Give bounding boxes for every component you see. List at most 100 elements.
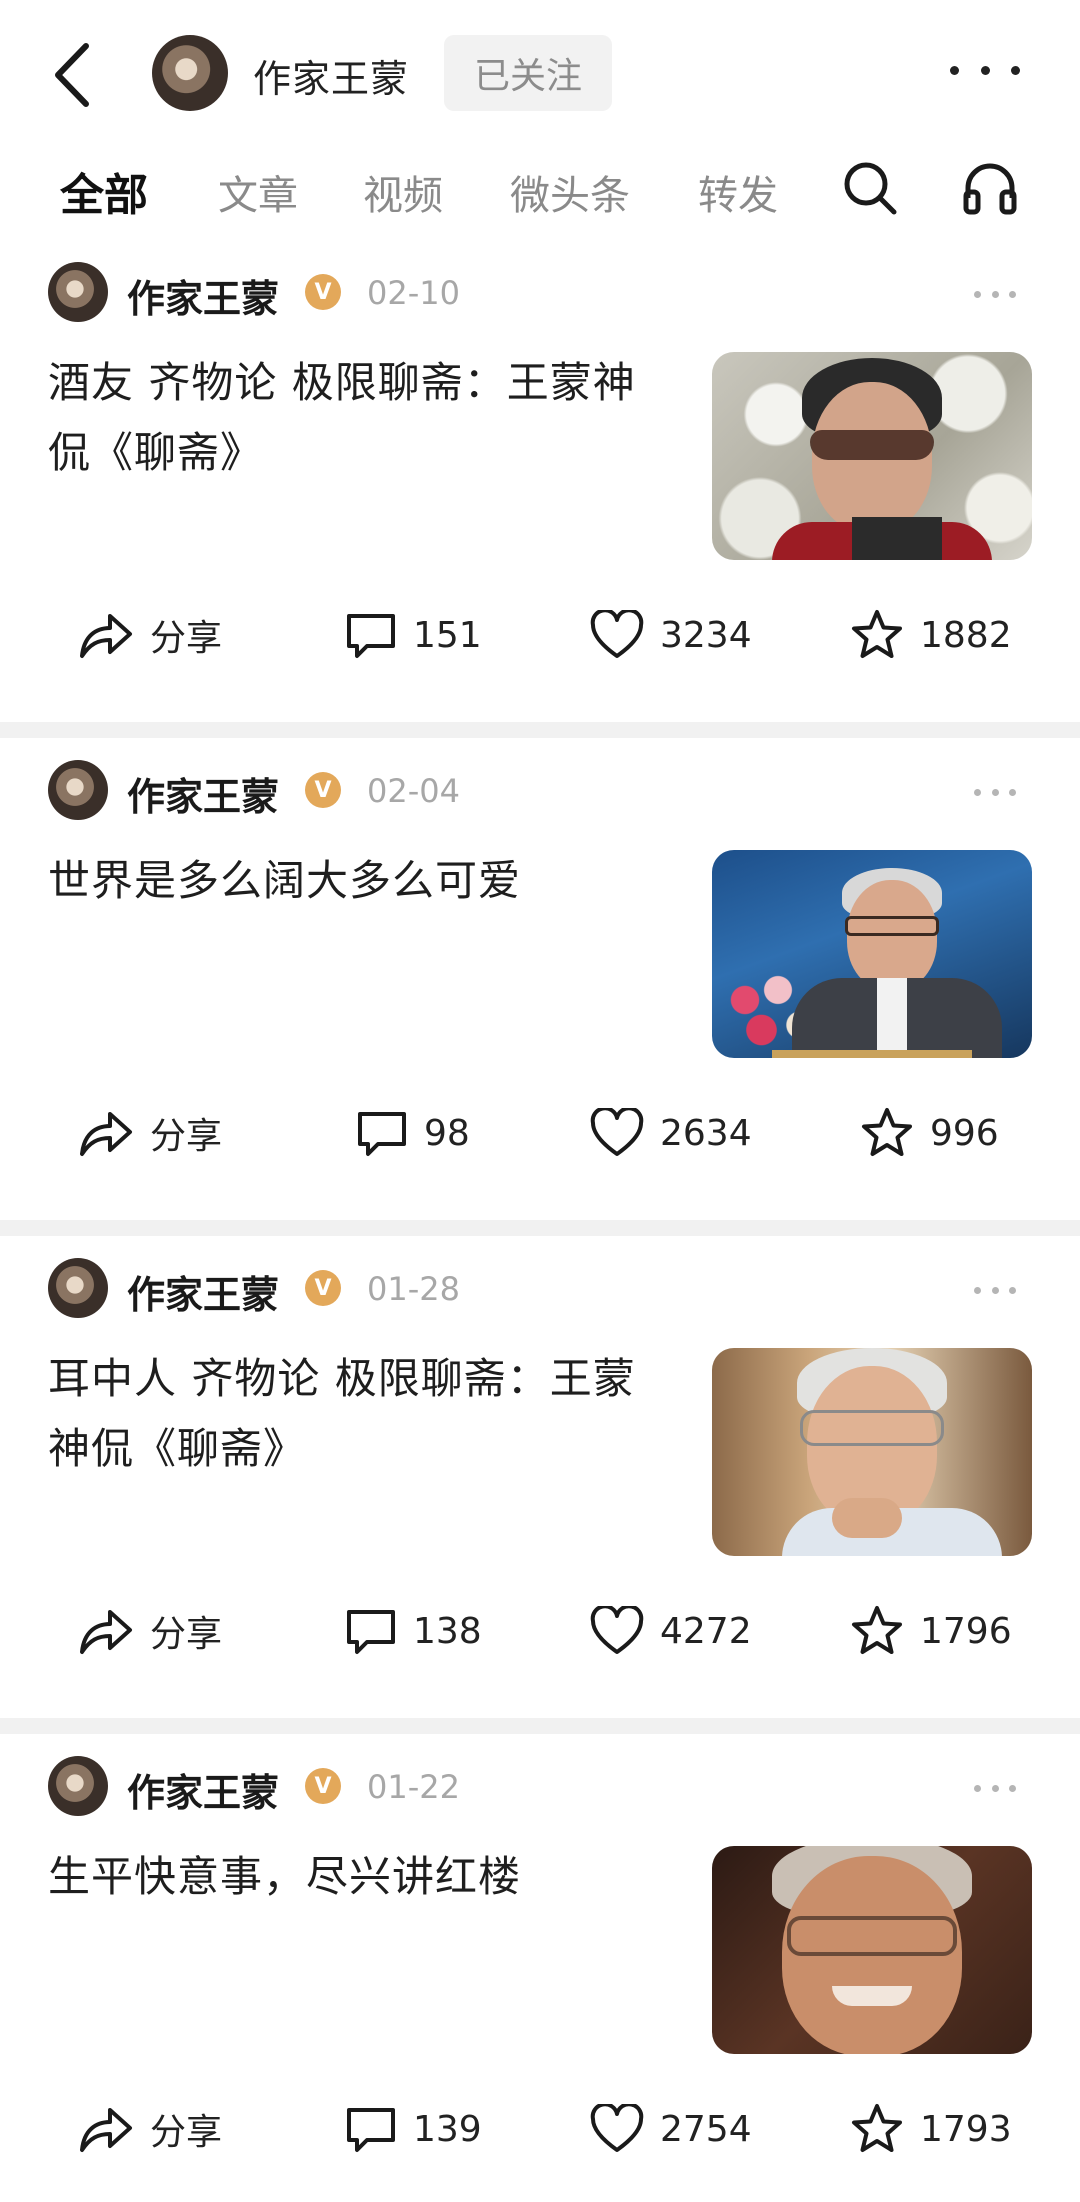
verified-badge-icon: V	[305, 1270, 341, 1306]
more-horizontal-icon	[974, 1784, 981, 1792]
like-button[interactable]: 2634	[590, 1098, 752, 1168]
author-avatar[interactable]	[48, 1258, 108, 1318]
chevron-left-icon	[55, 43, 89, 107]
post-thumbnail[interactable]	[712, 850, 1032, 1058]
author-name[interactable]: 作家王蒙	[127, 268, 279, 323]
favorite-button[interactable]: 996	[860, 1098, 999, 1168]
post-actions: 分享 139 2754 1793	[0, 2094, 1080, 2164]
author-avatar[interactable]	[48, 760, 108, 820]
share-icon	[80, 2108, 132, 2152]
post-thumbnail[interactable]	[712, 352, 1032, 560]
verified-badge-label: V	[314, 1275, 332, 1301]
top-bar: 作家王蒙 已关注	[0, 0, 1080, 145]
star-icon	[852, 610, 902, 658]
heart-icon	[590, 2104, 644, 2152]
post-more-button[interactable]	[974, 788, 1016, 796]
search-button[interactable]	[840, 158, 900, 218]
tab-articles[interactable]: 文章	[218, 163, 298, 221]
tab-all[interactable]: 全部	[60, 159, 148, 223]
share-label: 分享	[150, 618, 223, 659]
heart-icon	[590, 1606, 644, 1654]
post-title[interactable]: 生平快意事，尽兴讲红楼	[48, 1842, 668, 1912]
more-options-button[interactable]	[950, 50, 1020, 90]
post-card[interactable]: 作家王蒙 V 02-04 世界是多么阔大多么可爱 分享 98 2634 996	[0, 738, 1080, 1220]
share-button[interactable]: 分享	[78, 600, 222, 670]
share-label: 分享	[150, 1614, 223, 1655]
verified-badge-icon: V	[305, 1768, 341, 1804]
post-date: 02-10	[367, 274, 460, 312]
post-card[interactable]: 作家王蒙 V 01-22 生平快意事，尽兴讲红楼 分享 139 2754 179…	[0, 1734, 1080, 2202]
more-horizontal-icon	[974, 788, 981, 796]
like-button[interactable]: 2754	[590, 2094, 752, 2164]
post-title[interactable]: 世界是多么阔大多么可爱	[48, 846, 668, 916]
post-actions: 分享 98 2634 996	[0, 1098, 1080, 1168]
share-button[interactable]: 分享	[78, 1098, 222, 1168]
tab-reposts[interactable]: 转发	[698, 163, 778, 221]
post-feed: 作家王蒙 V 02-10 酒友 齐物论 极限聊斋：王蒙神侃《聊斋》 分享 151…	[0, 240, 1080, 2202]
post-card[interactable]: 作家王蒙 V 01-28 耳中人 齐物论 极限聊斋：王蒙神侃《聊斋》 分享 13…	[0, 1236, 1080, 1718]
more-horizontal-icon	[974, 290, 981, 298]
more-dot	[1009, 1286, 1016, 1294]
share-label: 分享	[150, 2112, 223, 2153]
author-avatar[interactable]	[48, 262, 108, 322]
comment-count: 138	[413, 1610, 482, 1652]
favorite-count: 996	[930, 1112, 999, 1154]
post-thumbnail[interactable]	[712, 1846, 1032, 2054]
post-actions: 分享 151 3234 1882	[0, 600, 1080, 670]
comment-button[interactable]: 151	[345, 600, 482, 670]
comment-count: 98	[424, 1112, 470, 1154]
post-more-button[interactable]	[974, 1784, 1016, 1792]
post-title[interactable]: 酒友 齐物论 极限聊斋：王蒙神侃《聊斋》	[48, 348, 668, 488]
post-card[interactable]: 作家王蒙 V 02-10 酒友 齐物论 极限聊斋：王蒙神侃《聊斋》 分享 151…	[0, 240, 1080, 722]
author-avatar[interactable]	[48, 1756, 108, 1816]
favorite-button[interactable]: 1796	[850, 1596, 1012, 1666]
favorite-button[interactable]: 1793	[850, 2094, 1012, 2164]
post-separator	[0, 1718, 1080, 1734]
verified-badge-icon: V	[305, 274, 341, 310]
comment-icon	[347, 614, 395, 658]
comment-button[interactable]: 139	[345, 2094, 482, 2164]
search-icon	[844, 162, 897, 215]
post-thumbnail[interactable]	[712, 1348, 1032, 1556]
share-button[interactable]: 分享	[78, 1596, 222, 1666]
account-name[interactable]: 作家王蒙	[253, 48, 409, 103]
like-count: 4272	[660, 1610, 752, 1652]
account-avatar[interactable]	[152, 35, 228, 111]
back-button[interactable]	[50, 30, 120, 120]
like-count: 2754	[660, 2108, 752, 2150]
share-button[interactable]: 分享	[78, 2094, 222, 2164]
post-actions: 分享 138 4272 1796	[0, 1596, 1080, 1666]
comment-button[interactable]: 138	[345, 1596, 482, 1666]
favorite-button[interactable]: 1882	[850, 600, 1012, 670]
follow-button[interactable]: 已关注	[444, 35, 612, 111]
author-name[interactable]: 作家王蒙	[127, 1264, 279, 1319]
more-dot	[1011, 65, 1020, 75]
more-dot	[991, 1286, 999, 1294]
comment-icon	[347, 1610, 395, 1654]
more-dot	[1009, 788, 1016, 796]
listen-button[interactable]	[960, 158, 1020, 218]
author-name[interactable]: 作家王蒙	[127, 766, 279, 821]
heart-icon	[590, 610, 644, 658]
like-button[interactable]: 3234	[590, 600, 752, 670]
verified-badge-label: V	[314, 279, 332, 305]
comment-count: 139	[413, 2108, 482, 2150]
share-label: 分享	[150, 1116, 223, 1157]
tab-videos[interactable]: 视频	[363, 163, 443, 221]
like-button[interactable]: 4272	[590, 1596, 752, 1666]
headphones-icon	[963, 163, 1017, 215]
more-horizontal-icon	[974, 1286, 981, 1294]
post-more-button[interactable]	[974, 1286, 1016, 1294]
post-more-button[interactable]	[974, 290, 1016, 298]
post-title[interactable]: 耳中人 齐物论 极限聊斋：王蒙神侃《聊斋》	[48, 1344, 668, 1484]
tab-micro-posts[interactable]: 微头条	[510, 163, 630, 221]
more-dot	[991, 1784, 999, 1792]
more-dot	[980, 65, 990, 75]
share-icon	[80, 614, 132, 658]
post-separator	[0, 722, 1080, 738]
author-name[interactable]: 作家王蒙	[127, 1762, 279, 1817]
like-count: 2634	[660, 1112, 752, 1154]
comment-icon	[358, 1112, 406, 1156]
comment-button[interactable]: 98	[356, 1098, 470, 1168]
star-icon	[852, 1606, 902, 1654]
